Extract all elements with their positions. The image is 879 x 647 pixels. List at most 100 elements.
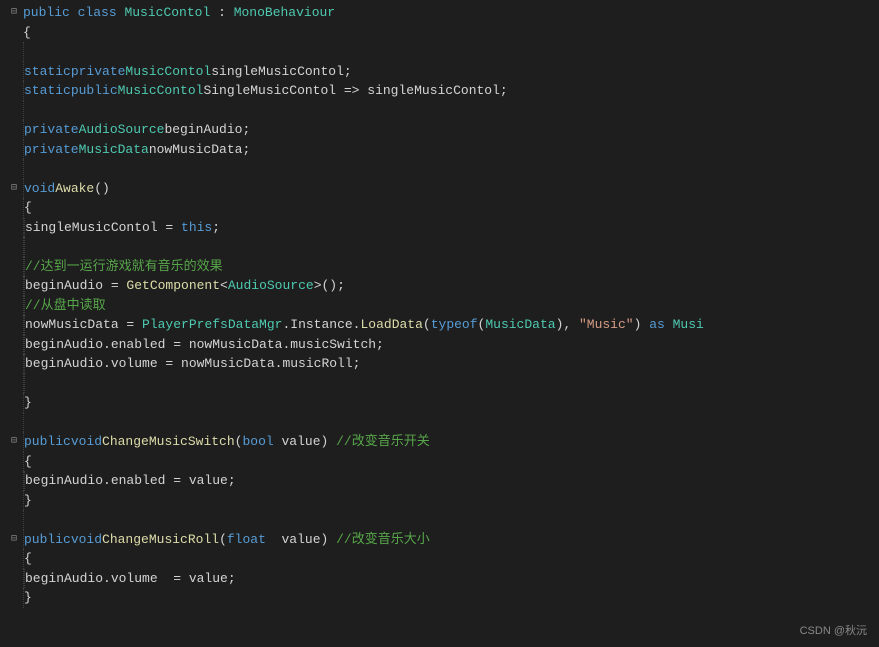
keyword: private — [24, 120, 79, 140]
keyword: class — [78, 3, 117, 23]
method-name: ChangeMusicRoll — [102, 530, 219, 550]
keyword: as — [649, 315, 665, 335]
string-literal: "Music" — [579, 315, 634, 335]
code-line[interactable] — [5, 413, 879, 433]
keyword: public — [24, 432, 71, 452]
punctuation: () — [94, 179, 110, 199]
brace: { — [24, 549, 32, 569]
keyword: public — [71, 81, 118, 101]
code-line[interactable]: //从盘中读取 — [5, 296, 879, 316]
comment: //从盘中读取 — [25, 296, 106, 316]
code-line[interactable]: beginAudio = GetComponent<AudioSource>()… — [5, 276, 879, 296]
code-line[interactable]: beginAudio.volume = nowMusicData.musicRo… — [5, 354, 879, 374]
code-line[interactable]: ⊟ public void ChangeMusicSwitch(bool val… — [5, 432, 879, 452]
code-line[interactable]: static private MusicContol singleMusicCo… — [5, 62, 879, 82]
fold-icon[interactable]: ⊟ — [5, 434, 23, 449]
brace: { — [23, 23, 31, 43]
code-line[interactable]: //达到一运行游戏就有音乐的效果 — [5, 257, 879, 277]
type-name: MusicContol — [124, 3, 210, 23]
type-name: PlayerPrefsDataMgr — [142, 315, 282, 335]
code-line[interactable]: beginAudio.enabled = nowMusicData.musicS… — [5, 335, 879, 355]
code-text: beginAudio.enabled = value; — [25, 471, 236, 491]
type-name: MusicData — [79, 140, 149, 160]
comment: //达到一运行游戏就有音乐的效果 — [25, 257, 223, 277]
keyword: void — [71, 530, 102, 550]
keyword: void — [71, 432, 102, 452]
brace: { — [24, 452, 32, 472]
punctuation: : — [210, 3, 233, 23]
punctuation: ; — [212, 218, 220, 238]
type-name: MusicData — [485, 315, 555, 335]
code-line[interactable] — [5, 374, 879, 394]
keyword: float — [227, 530, 266, 550]
code-line[interactable]: private AudioSource beginAudio; — [5, 120, 879, 140]
code-line[interactable]: beginAudio.enabled = value; — [5, 471, 879, 491]
fold-icon[interactable]: ⊟ — [5, 5, 23, 20]
keyword: void — [24, 179, 55, 199]
keyword: static — [24, 81, 71, 101]
code-line[interactable]: beginAudio.volume = value; — [5, 569, 879, 589]
punctuation: ( — [235, 432, 243, 452]
code-editor[interactable]: ⊟public class MusicContol : MonoBehaviou… — [0, 0, 879, 611]
keyword: this — [181, 218, 212, 238]
punctuation: ) — [634, 315, 650, 335]
keyword: public — [23, 3, 70, 23]
punctuation: ( — [478, 315, 486, 335]
code-line[interactable]: ⊟ void Awake() — [5, 179, 879, 199]
code-line[interactable]: nowMusicData = PlayerPrefsDataMgr.Instan… — [5, 315, 879, 335]
fold-icon[interactable]: ⊟ — [5, 532, 23, 547]
method-name: GetComponent — [126, 276, 220, 296]
punctuation: = — [158, 218, 181, 238]
keyword: typeof — [431, 315, 478, 335]
variable: singleMusicContol; — [211, 62, 351, 82]
code-line[interactable]: } — [5, 393, 879, 413]
type-name: AudioSource — [79, 120, 165, 140]
code-text: beginAudio.enabled = nowMusicData.musicS… — [25, 335, 384, 355]
method-name: Awake — [55, 179, 94, 199]
code-line[interactable]: { — [5, 23, 879, 43]
type-name: MusicContol — [125, 62, 211, 82]
method-name: LoadData — [360, 315, 422, 335]
code-line[interactable]: static public MusicContol SingleMusicCon… — [5, 81, 879, 101]
parameter: value) — [266, 530, 336, 550]
type-name: MonoBehaviour — [234, 3, 335, 23]
code-line[interactable] — [5, 159, 879, 179]
code-line[interactable]: { — [5, 198, 879, 218]
code-line[interactable]: } — [5, 588, 879, 608]
parameter: value) — [274, 432, 336, 452]
comment: //改变音乐大小 — [336, 530, 430, 550]
brace: } — [24, 393, 32, 413]
code-line[interactable] — [5, 42, 879, 62]
code-line[interactable] — [5, 237, 879, 257]
code-line[interactable]: ⊟ public void ChangeMusicRoll(float valu… — [5, 530, 879, 550]
code-line[interactable] — [5, 101, 879, 121]
code-line[interactable]: private MusicData nowMusicData; — [5, 140, 879, 160]
code-text: beginAudio.volume = nowMusicData.musicRo… — [25, 354, 360, 374]
code-text: beginAudio = — [25, 276, 126, 296]
keyword: bool — [242, 432, 273, 452]
brace: { — [24, 198, 32, 218]
property: SingleMusicContol => singleMusicContol; — [203, 81, 507, 101]
fold-icon[interactable]: ⊟ — [5, 181, 23, 196]
code-line[interactable]: singleMusicContol = this; — [5, 218, 879, 238]
punctuation: >(); — [314, 276, 345, 296]
keyword: public — [24, 530, 71, 550]
watermark: CSDN @秋沅 — [800, 623, 867, 640]
code-line[interactable]: { — [5, 549, 879, 569]
keyword: private — [24, 140, 79, 160]
type-name: MusicContol — [118, 81, 204, 101]
variable: nowMusicData; — [149, 140, 250, 160]
punctuation: ( — [423, 315, 431, 335]
brace: } — [24, 588, 32, 608]
method-name: ChangeMusicSwitch — [102, 432, 235, 452]
keyword: private — [71, 62, 126, 82]
punctuation: ( — [219, 530, 227, 550]
code-line[interactable]: { — [5, 452, 879, 472]
code-line[interactable]: ⊟public class MusicContol : MonoBehaviou… — [5, 3, 879, 23]
keyword: static — [24, 62, 71, 82]
type-name: AudioSource — [228, 276, 314, 296]
code-line[interactable] — [5, 510, 879, 530]
code-line[interactable]: } — [5, 491, 879, 511]
punctuation: ), — [556, 315, 579, 335]
punctuation: < — [220, 276, 228, 296]
